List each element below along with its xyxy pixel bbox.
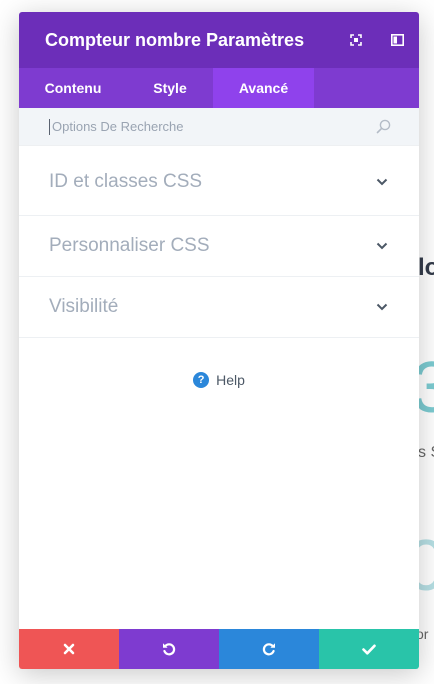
toggle-visibilite[interactable]: Visibilité — [19, 277, 419, 338]
toggle-id-classes-css[interactable]: ID et classes CSS — [19, 146, 419, 216]
redo-icon — [262, 643, 275, 656]
tab-style[interactable]: Style — [127, 68, 213, 108]
help-link[interactable]: ? Help — [19, 372, 419, 388]
background-text-fragment: s S — [418, 444, 434, 461]
chevron-down-icon — [375, 241, 389, 251]
toggle-label: Visibilité — [49, 296, 119, 317]
tab-bar: Contenu Style Avancé — [19, 68, 419, 108]
toggle-label: ID et classes CSS — [49, 170, 203, 192]
help-icon: ? — [193, 372, 210, 388]
settings-modal: Compteur nombre Paramètres Contenu Style… — [19, 12, 419, 669]
chevron-down-icon — [375, 177, 389, 187]
search-icon[interactable] — [375, 119, 391, 135]
undo-button[interactable] — [119, 629, 219, 669]
modal-title: Compteur nombre Paramètres — [45, 29, 305, 50]
modal-header[interactable]: Compteur nombre Paramètres — [19, 12, 419, 68]
toggle-personnaliser-css[interactable]: Personnaliser CSS — [19, 216, 419, 277]
check-icon — [362, 644, 376, 655]
sidebar-icon[interactable] — [375, 12, 419, 68]
redo-button[interactable] — [219, 629, 319, 669]
background-heading-fragment: lo — [418, 254, 434, 281]
tab-contenu[interactable]: Contenu — [19, 68, 127, 108]
tab-avance[interactable]: Avancé — [213, 68, 314, 108]
close-icon — [63, 643, 75, 655]
toggle-label: Personnaliser CSS — [49, 235, 210, 256]
cancel-button[interactable] — [19, 629, 119, 669]
save-button[interactable] — [319, 629, 419, 669]
expand-icon[interactable] — [337, 12, 375, 68]
undo-icon — [163, 643, 176, 656]
modal-footer — [19, 629, 419, 669]
search-input[interactable] — [49, 118, 375, 135]
chevron-down-icon — [375, 302, 389, 312]
help-label: Help — [216, 372, 245, 388]
search-bar — [19, 108, 419, 146]
